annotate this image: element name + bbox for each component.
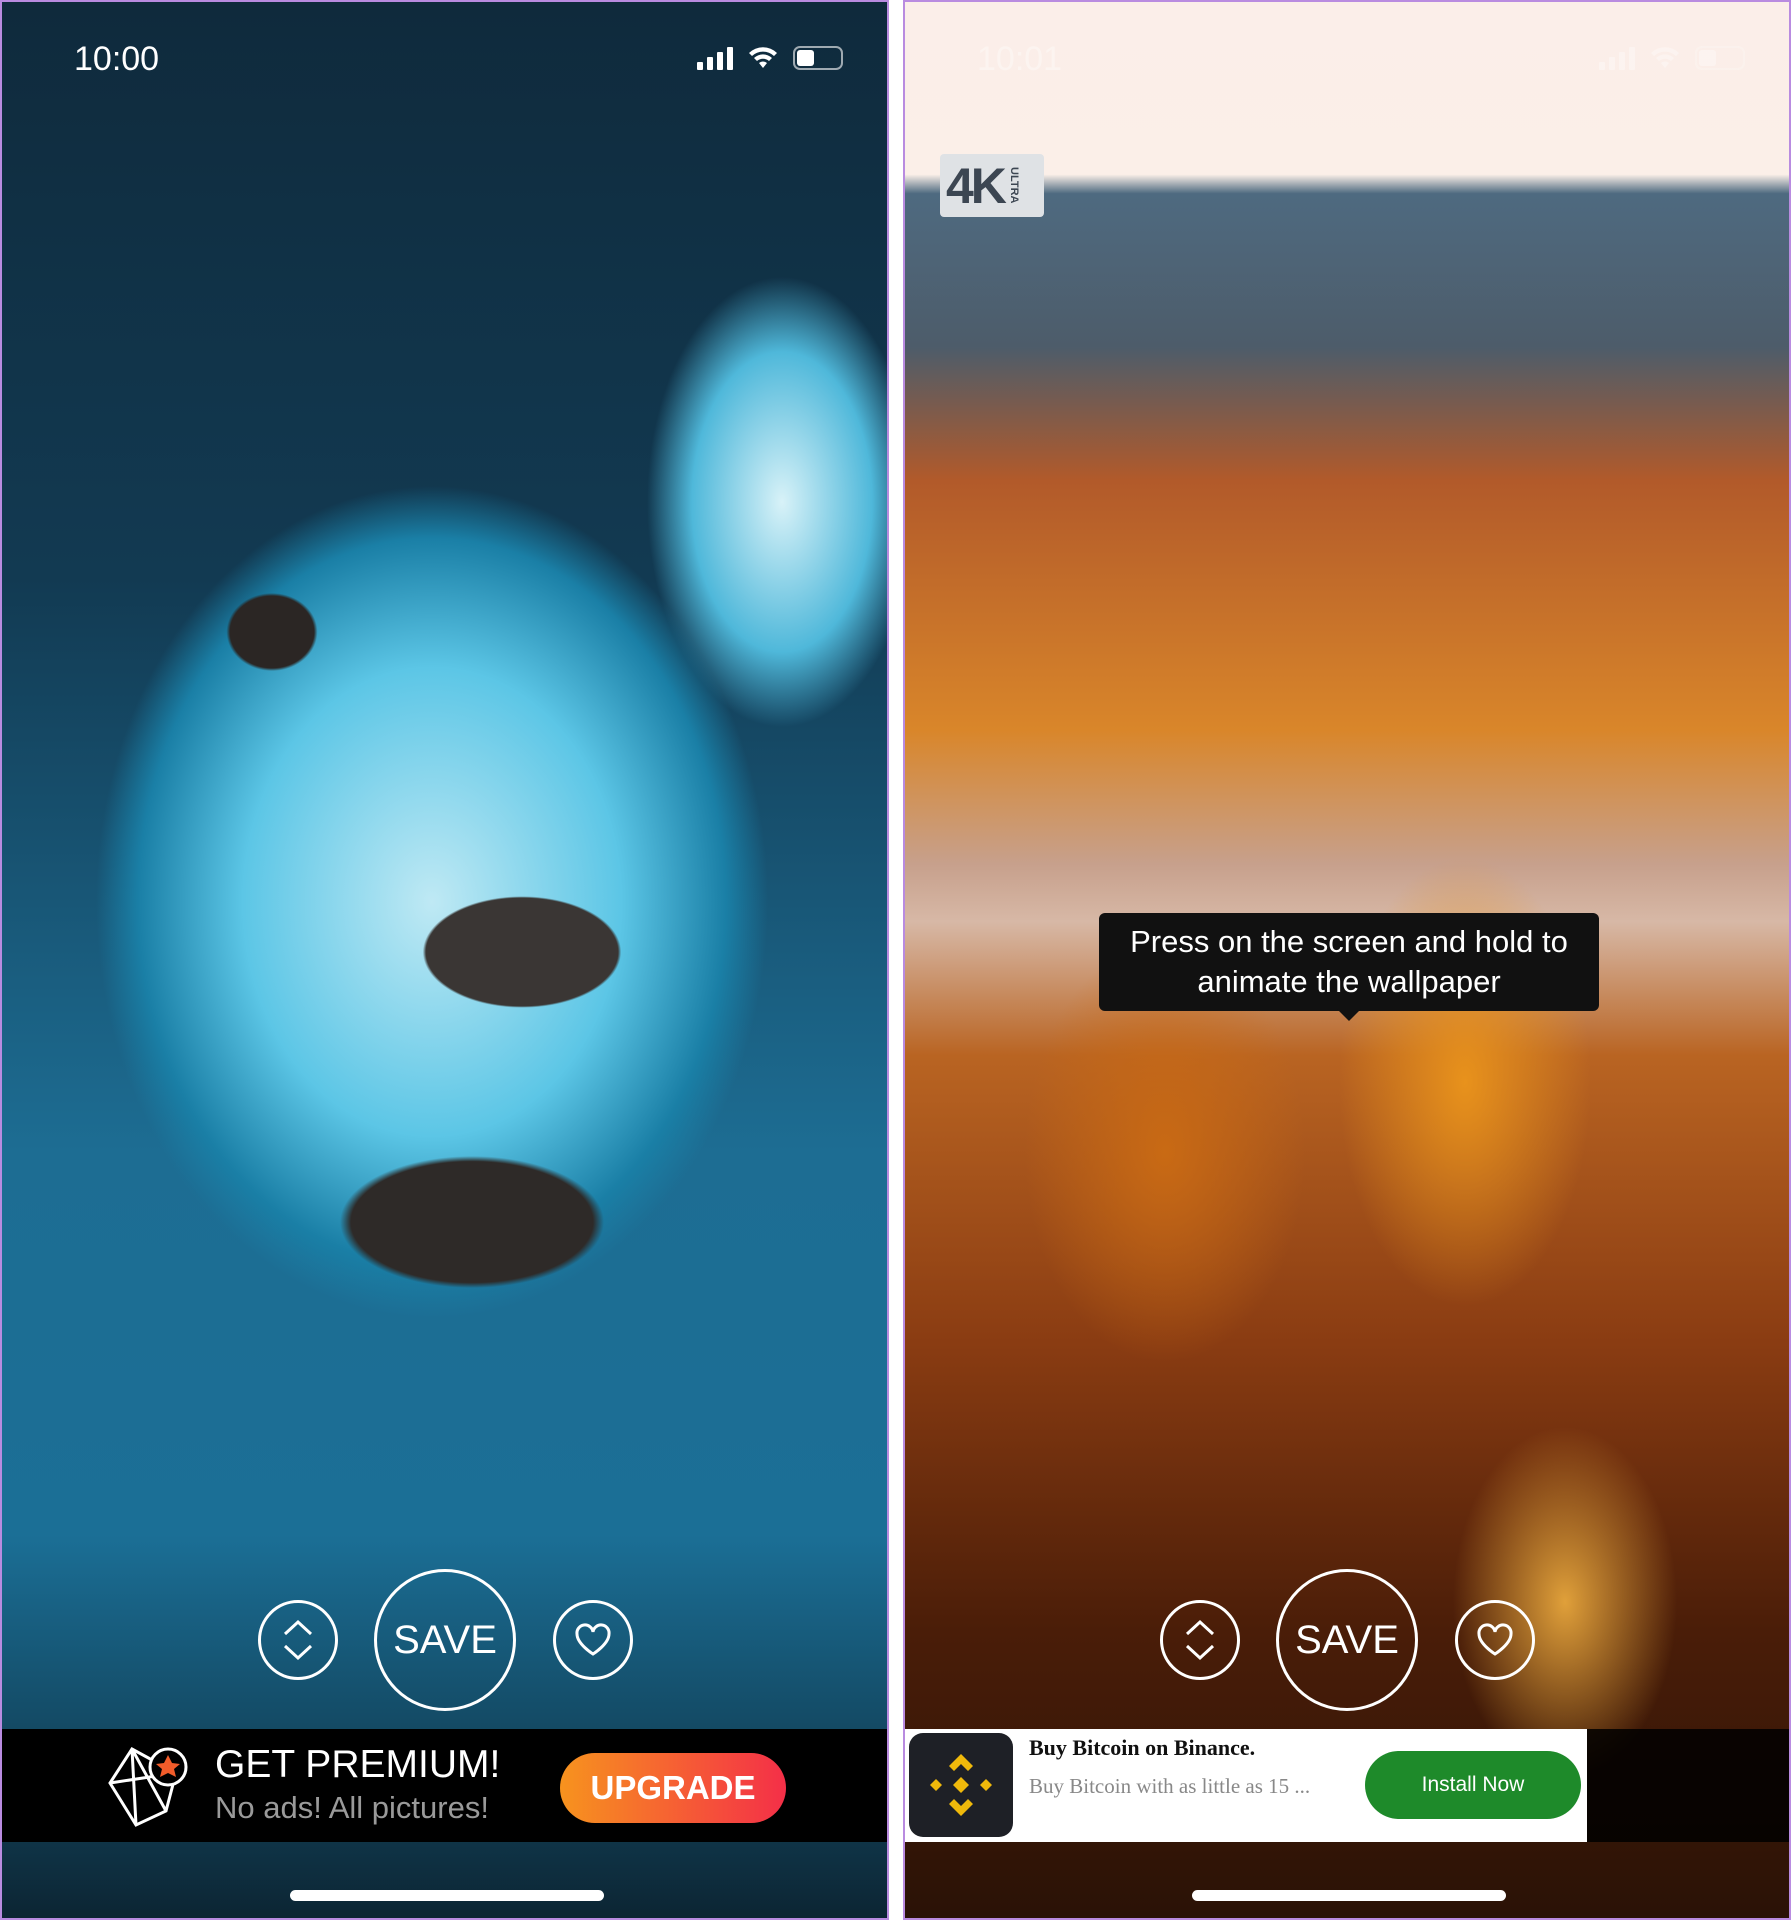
status-icons [697, 46, 843, 70]
save-button[interactable]: SAVE [1276, 1569, 1418, 1711]
sort-button[interactable] [1160, 1600, 1240, 1680]
heart-icon [575, 1623, 611, 1656]
battery-icon [793, 46, 843, 70]
binance-logo [909, 1733, 1013, 1837]
upgrade-button[interactable]: UPGRADE [560, 1753, 786, 1823]
premium-subtitle: No ads! All pictures! [215, 1790, 489, 1825]
battery-icon [1695, 46, 1745, 70]
favorite-button[interactable] [553, 1600, 633, 1680]
status-time: 10:00 [74, 40, 160, 78]
4k-ultra-badge: 4K ULTRA [940, 154, 1044, 217]
install-now-button[interactable]: Install Now [1365, 1751, 1581, 1819]
ad-description: Buy Bitcoin with as little as 15 ... [1029, 1774, 1311, 1798]
ad-title: Buy Bitcoin on Binance. [1029, 1735, 1256, 1760]
binance-logo-icon [930, 1754, 992, 1816]
animate-hint-tooltip: Press on the screen and hold to animate … [1099, 913, 1599, 1021]
heart-icon [1477, 1623, 1513, 1656]
wifi-icon [749, 47, 777, 68]
sort-button[interactable] [258, 1600, 338, 1680]
save-button[interactable]: SAVE [374, 1569, 516, 1711]
favorite-button[interactable] [1455, 1600, 1535, 1680]
home-indicator[interactable] [290, 1890, 604, 1901]
home-indicator[interactable] [1192, 1890, 1506, 1901]
status-time: 10:01 [977, 40, 1063, 78]
up-down-chevron-icon [283, 1619, 313, 1661]
up-down-chevron-icon [1185, 1619, 1215, 1661]
badge-ultra-text: ULTRA [1007, 167, 1020, 204]
wifi-icon [1651, 47, 1679, 68]
signal-icon [697, 47, 733, 70]
status-icons [1599, 46, 1745, 70]
left-phone-screen[interactable]: 10:00 SAVE GET PREMIUM! No ads! All pict… [0, 0, 889, 1920]
premium-title: GET PREMIUM! [215, 1743, 501, 1786]
badge-4k-text: 4K [946, 157, 1007, 214]
binance-ad[interactable]: Buy Bitcoin on Binance. Buy Bitcoin with… [905, 1729, 1587, 1842]
right-phone-screen[interactable]: 10:01 4K ULTRA Press on the screen and h… [903, 0, 1791, 1920]
signal-icon [1599, 47, 1635, 70]
premium-gem-icon [108, 1747, 188, 1827]
